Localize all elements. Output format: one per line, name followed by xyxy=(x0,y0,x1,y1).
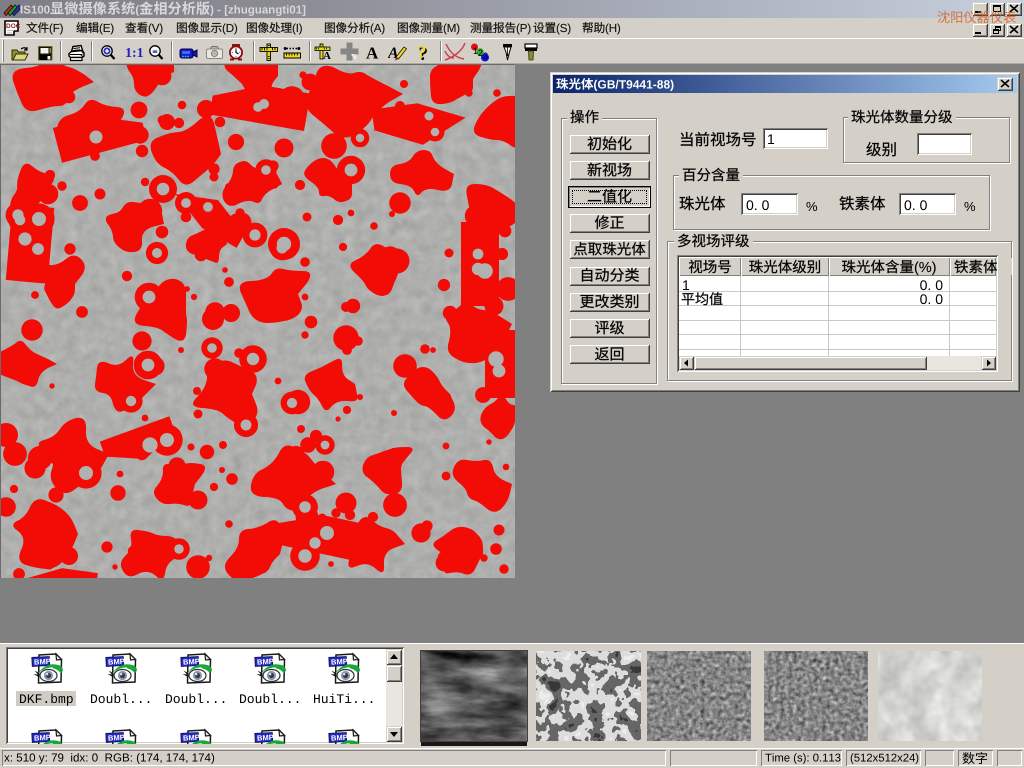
svg-text:1:1: 1:1 xyxy=(125,46,144,61)
svg-text:3: 3 xyxy=(483,51,488,61)
svg-text:?: ? xyxy=(417,44,427,62)
svg-text:A: A xyxy=(323,50,331,61)
svg-text:DOC: DOC xyxy=(6,23,20,30)
svg-text:A: A xyxy=(366,44,379,61)
